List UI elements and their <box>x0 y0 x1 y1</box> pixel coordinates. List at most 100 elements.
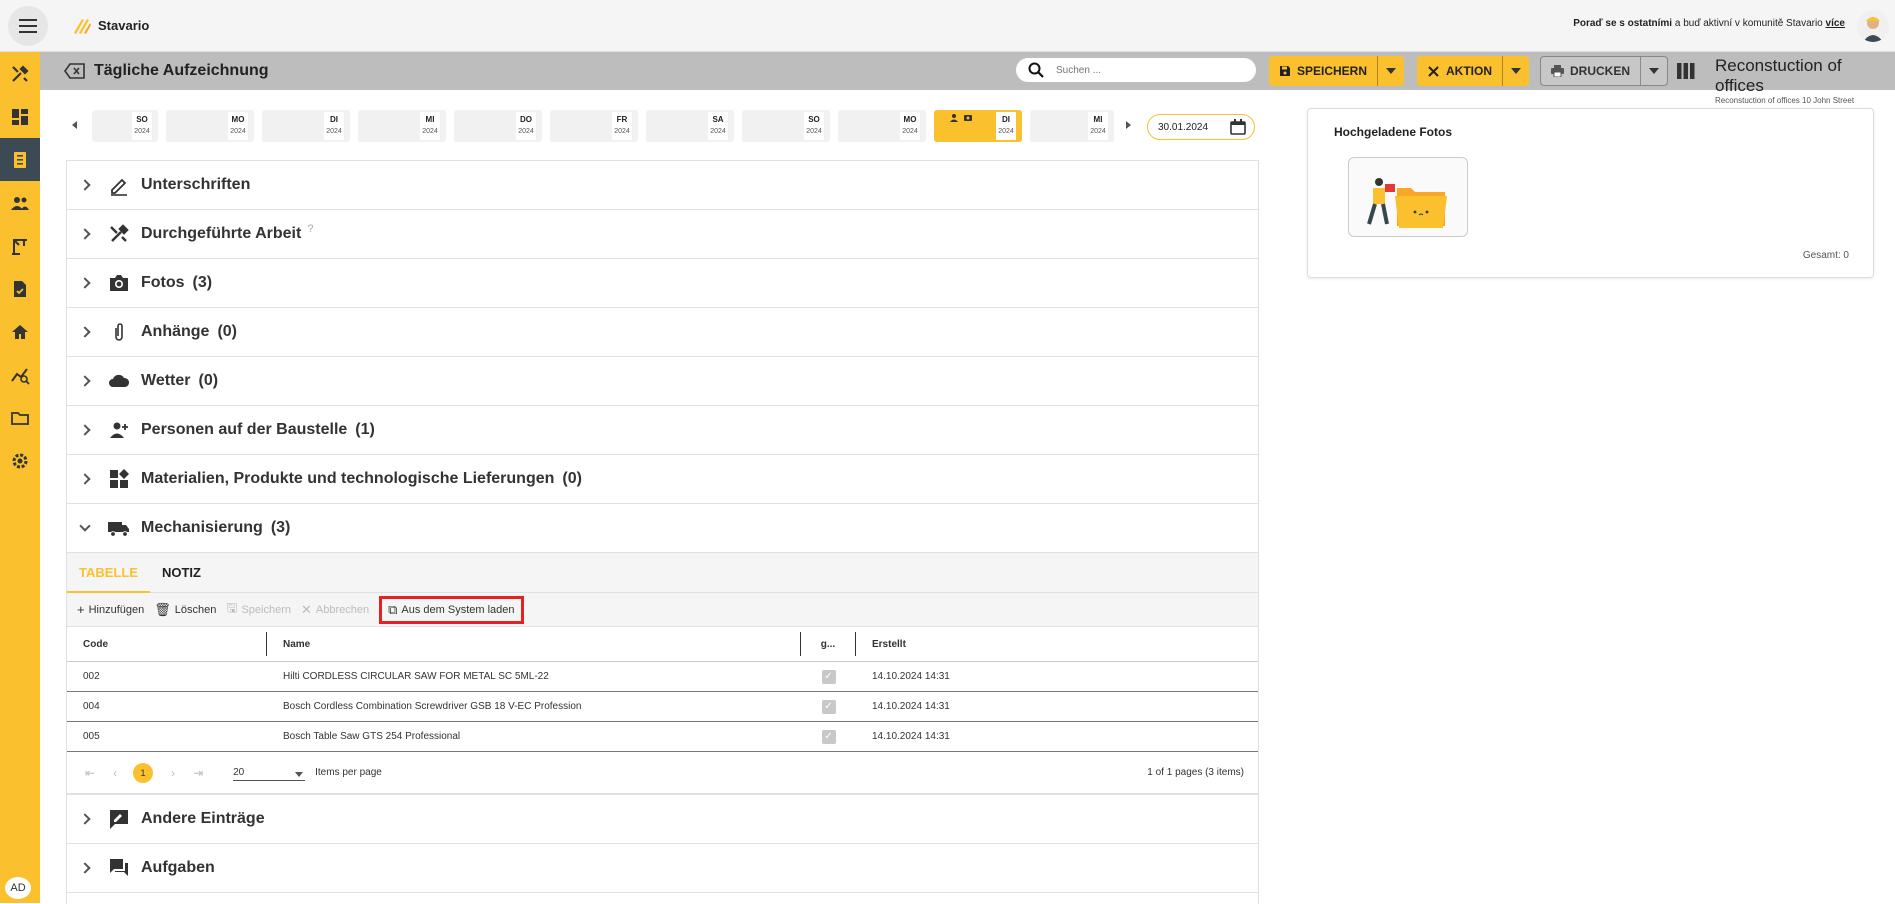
search-box[interactable] <box>1016 58 1256 82</box>
project-address: Reconstuction of offices 10 John Street <box>1715 96 1855 105</box>
sidebar-item-analytics[interactable] <box>0 353 40 396</box>
print-dropdown-button[interactable] <box>1641 68 1667 74</box>
sidebar-item-crane[interactable] <box>0 224 40 267</box>
day-chip[interactable]: SA 2024 <box>646 110 734 142</box>
previous-page-icon[interactable]: ‹ <box>113 766 117 780</box>
day-chip[interactable]: FR 2024 <box>550 110 638 142</box>
day-activity-icons <box>950 113 974 125</box>
user-avatar[interactable] <box>1857 10 1889 42</box>
previous-days-arrow-icon[interactable] <box>72 121 77 129</box>
day-label-box: DO 2024 <box>516 112 536 140</box>
sidebar-item-diary[interactable] <box>0 138 40 181</box>
analytics-icon <box>11 367 30 385</box>
day-name: DO <box>520 115 532 124</box>
checkbox-checked-icon[interactable]: ✓ <box>821 669 836 684</box>
user-initials-badge[interactable]: AD <box>5 877 31 899</box>
community-more-link[interactable]: více <box>1826 18 1845 29</box>
column-header-created[interactable]: Erstellt <box>856 639 1056 650</box>
page-size-label: Items per page <box>315 767 382 778</box>
hamburger-menu-button[interactable] <box>8 5 48 46</box>
print-button[interactable]: DRUCKEN <box>1541 57 1641 85</box>
save-button[interactable]: SPEICHERN <box>1269 56 1379 86</box>
day-chip[interactable]: SO 2024 <box>742 110 830 142</box>
menu-icon <box>19 24 37 27</box>
save-dropdown-button[interactable] <box>1378 68 1404 74</box>
day-chip[interactable]: MO 2024 <box>838 110 926 142</box>
search-input[interactable] <box>1056 64 1236 76</box>
back-icon[interactable] <box>64 63 86 79</box>
day-chip[interactable]: MI 2024 <box>1030 110 1114 142</box>
cancel-button[interactable]: ✕ Abbrechen <box>301 602 369 618</box>
first-page-icon[interactable]: ⇤ <box>85 766 95 780</box>
sidebar-item-folders[interactable] <box>0 396 40 439</box>
current-page-button[interactable]: 1 <box>133 762 154 783</box>
tab-note[interactable]: NOTIZ <box>150 553 213 593</box>
section-weather[interactable]: Wetter (0) <box>66 356 1259 405</box>
load-from-system-button[interactable]: ⧉ Aus dem System laden <box>379 595 524 624</box>
section-persons[interactable]: Personen auf der Baustelle (1) <box>66 405 1259 454</box>
document-check-icon <box>14 280 26 297</box>
day-year: 2024 <box>422 128 438 135</box>
column-header-code[interactable]: Code <box>67 632 267 656</box>
home-icon <box>12 324 28 339</box>
chevron-right-icon <box>79 375 91 387</box>
chevron-right-icon <box>79 862 91 874</box>
table-row[interactable]: 004 Bosch Cordless Combination Screwdriv… <box>67 692 1258 722</box>
day-label-box: MI 2024 <box>1088 112 1108 140</box>
column-header-flag[interactable]: g... <box>801 632 856 656</box>
day-chip[interactable]: MO 2024 <box>166 110 254 142</box>
add-button[interactable]: + Hinzufügen <box>77 602 144 617</box>
section-attachments[interactable]: Anhänge (0) <box>66 307 1259 356</box>
top-bar: Stavario Poraď se s ostatními a buď akti… <box>0 0 1895 52</box>
save-grid-button[interactable]: 🖫 Speichern <box>226 599 291 621</box>
signature-icon <box>111 178 127 196</box>
action-dropdown-button[interactable] <box>1503 68 1529 74</box>
section-mechanization[interactable]: Mechanisierung (3) <box>66 503 1259 552</box>
diary-icon <box>14 151 26 168</box>
checkbox-checked-icon[interactable]: ✓ <box>821 699 836 714</box>
day-chip[interactable]: SO 2024 <box>92 110 158 142</box>
section-work-done[interactable]: Durchgeführte Arbeit ? <box>66 209 1259 258</box>
sidebar-item-home[interactable] <box>0 310 40 353</box>
calendar-icon[interactable] <box>1230 119 1246 135</box>
page-size-select[interactable]: 20 <box>233 765 306 781</box>
app-logo[interactable]: Stavario <box>72 17 149 35</box>
action-button[interactable]: AKTION <box>1417 56 1503 86</box>
tab-table[interactable]: TABELLE <box>67 553 150 593</box>
section-materials[interactable]: Materialien, Produkte und technologische… <box>66 454 1259 503</box>
section-photos[interactable]: Fotos (3) <box>66 258 1259 307</box>
section-signatures[interactable]: Unterschriften <box>66 160 1259 209</box>
help-icon[interactable]: ? <box>307 223 313 235</box>
section-tasks[interactable]: Aufgaben <box>66 843 1259 892</box>
sidebar-item-reports[interactable] <box>0 267 40 310</box>
section-title: Wetter <box>141 372 191 389</box>
empty-folder-illustration[interactable] <box>1348 157 1468 237</box>
day-chip[interactable]: MI 2024 <box>358 110 446 142</box>
next-days-arrow-icon[interactable] <box>1126 121 1131 129</box>
last-page-icon[interactable]: ⇥ <box>193 766 203 780</box>
sidebar-item-tools[interactable] <box>0 52 40 95</box>
crane-icon <box>12 238 27 255</box>
chevron-down-icon <box>1386 68 1397 74</box>
gear-icon <box>12 453 28 468</box>
checkbox-checked-icon[interactable]: ✓ <box>821 729 836 744</box>
sidebar-item-people[interactable] <box>0 181 40 224</box>
day-chip-selected[interactable]: DI 2024 <box>934 110 1022 142</box>
sidebar-item-dashboard[interactable] <box>0 95 40 138</box>
column-header-name[interactable]: Name <box>267 632 801 656</box>
sidebar-item-settings[interactable] <box>0 439 40 482</box>
table-row[interactable]: 005 Bosch Table Saw GTS 254 Professional… <box>67 722 1258 752</box>
delete-button[interactable]: 🗑 Löschen <box>154 602 216 618</box>
community-banner: Poraď se s ostatními a buď aktivní v kom… <box>1573 18 1845 29</box>
date-field[interactable]: 30.01.2024 <box>1147 114 1255 140</box>
table-row[interactable]: 002 Hilti CORDLESS CIRCULAR SAW FOR META… <box>67 662 1258 692</box>
columns-icon[interactable] <box>1677 63 1695 79</box>
paperclip-icon <box>115 323 123 341</box>
next-page-icon[interactable]: › <box>171 766 175 780</box>
day-chip[interactable]: DO 2024 <box>454 110 542 142</box>
person-camera-icon <box>950 114 972 122</box>
day-chip[interactable]: DI 2024 <box>262 110 350 142</box>
day-year: 2024 <box>710 128 726 135</box>
section-other-entries[interactable]: Andere Einträge <box>66 794 1259 843</box>
grid-header: Code Name g... Erstellt <box>67 627 1258 662</box>
